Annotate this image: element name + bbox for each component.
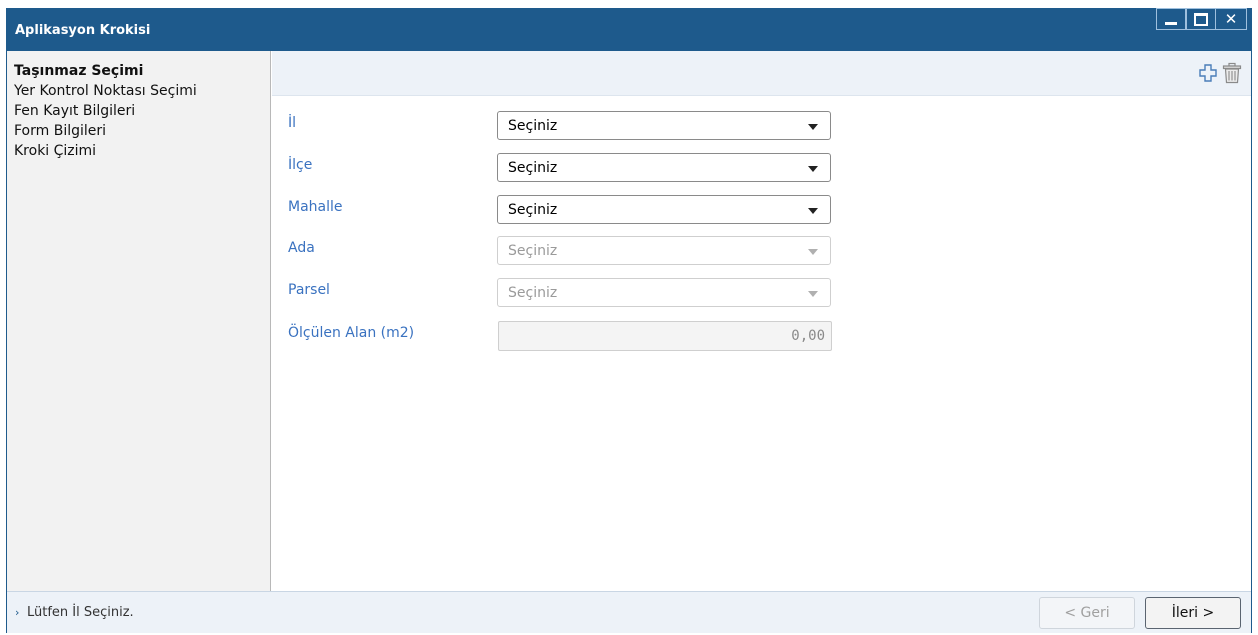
toolbar: [272, 51, 1251, 96]
title-bar[interactable]: Aplikasyon Krokisi ✕: [7, 8, 1251, 51]
parsel-select-value: Seçiniz: [508, 285, 558, 301]
chevron-down-icon: [808, 124, 818, 130]
il-select-value: Seçiniz: [508, 118, 558, 134]
ilce-select[interactable]: Seçiniz: [497, 153, 831, 182]
mahalle-label: Mahalle: [288, 199, 343, 215]
chevron-down-icon: [808, 249, 818, 255]
minimize-icon: [1165, 21, 1177, 25]
olculen-alan-field: 0,00: [498, 321, 832, 351]
step-yer-kontrol-noktasi-secimi[interactable]: Yer Kontrol Noktası Seçimi: [7, 81, 270, 101]
status-bar: › Lütfen İl Seçiniz. < Geri İleri >: [7, 591, 1251, 633]
ilce-select-value: Seçiniz: [508, 160, 558, 176]
step-fen-kayit-bilgileri[interactable]: Fen Kayıt Bilgileri: [7, 101, 270, 121]
add-icon[interactable]: [1197, 62, 1219, 84]
wizard-steps-sidebar: Taşınmaz Seçimi Yer Kontrol Noktası Seçi…: [7, 51, 271, 591]
maximize-button[interactable]: [1186, 8, 1216, 30]
ada-select-value: Seçiniz: [508, 243, 558, 259]
step-kroki-cizimi[interactable]: Kroki Çizimi: [7, 141, 270, 161]
chevron-down-icon: [808, 291, 818, 297]
olculen-alan-value: 0,00: [791, 328, 825, 344]
step-tasinmaz-secimi[interactable]: Taşınmaz Seçimi: [7, 61, 270, 81]
close-icon: ✕: [1224, 9, 1238, 28]
parsel-label: Parsel: [288, 282, 330, 298]
olculen-alan-label: Ölçülen Alan (m2): [288, 325, 415, 341]
back-button: < Geri: [1039, 597, 1135, 629]
app-window: Aplikasyon Krokisi ✕ Taşınmaz Seçimi Yer…: [6, 8, 1252, 633]
ada-label: Ada: [288, 240, 315, 256]
ilce-label: İlçe: [288, 157, 313, 173]
chevron-right-icon: ›: [15, 606, 20, 619]
mahalle-select-value: Seçiniz: [508, 202, 558, 218]
status-message: Lütfen İl Seçiniz.: [27, 605, 134, 620]
il-label: İl: [288, 115, 297, 131]
trash-icon[interactable]: [1221, 62, 1243, 84]
ada-select: Seçiniz: [497, 236, 831, 265]
next-button[interactable]: İleri >: [1145, 597, 1241, 629]
chevron-down-icon: [808, 208, 818, 214]
close-button[interactable]: ✕: [1215, 8, 1247, 30]
maximize-icon: [1194, 12, 1208, 26]
window-title: Aplikasyon Krokisi: [15, 23, 151, 38]
parcel-selection-form: İl Seçiniz İlçe Seçiniz Mahalle Seçiniz …: [272, 95, 1251, 591]
chevron-down-icon: [808, 166, 818, 172]
minimize-button[interactable]: [1156, 8, 1186, 30]
il-select[interactable]: Seçiniz: [497, 111, 831, 140]
mahalle-select[interactable]: Seçiniz: [497, 195, 831, 224]
parsel-select: Seçiniz: [497, 278, 831, 307]
step-form-bilgileri[interactable]: Form Bilgileri: [7, 121, 270, 141]
